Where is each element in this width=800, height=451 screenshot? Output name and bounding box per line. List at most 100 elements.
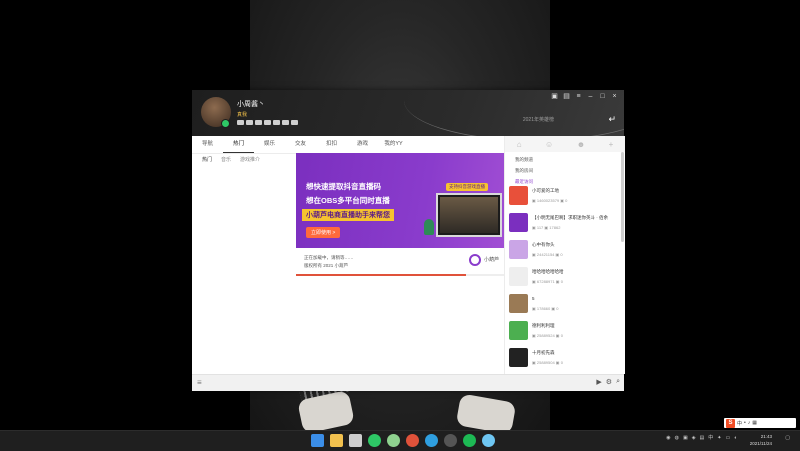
tab-koukou[interactable]: 扣扣 xyxy=(316,136,347,153)
promo-banner[interactable]: 想快速提取抖音直播码 想在OBS多平台同时直播 小葫芦电商直播助手来帮您 立即使… xyxy=(296,153,509,248)
video-icon[interactable]: ▶ xyxy=(596,378,601,386)
channel-count: 0 xyxy=(560,333,563,338)
banner-headline-1: 想快速提取抖音直播码 xyxy=(306,182,381,191)
close-icon[interactable]: × xyxy=(611,93,618,100)
add-icon[interactable]: + xyxy=(609,140,614,149)
tab-social[interactable]: 交友 xyxy=(285,136,316,153)
tray-app-icon[interactable]: ▣ xyxy=(683,435,688,441)
tray-app-icon[interactable]: ◍ xyxy=(675,435,679,441)
wechat-icon[interactable] xyxy=(368,434,381,447)
volume-icon[interactable]: ◐ xyxy=(734,435,737,441)
subtab-hot[interactable]: 热门 xyxy=(202,156,212,163)
search-icon[interactable]: ⌕ xyxy=(616,378,620,386)
yy-app-icon[interactable] xyxy=(482,434,495,447)
user-tag: 真我 xyxy=(237,112,248,118)
menu-icon[interactable]: ≡ xyxy=(575,93,582,100)
badge-icon[interactable] xyxy=(273,120,280,125)
username[interactable]: 小周酱丶 xyxy=(237,99,265,109)
tab-nav[interactable]: 导航 xyxy=(192,136,223,153)
maximize-icon[interactable]: □ xyxy=(599,93,606,100)
channel-stats: ▣ 178660 ▣ 0 xyxy=(532,306,559,311)
mic-icon[interactable]: ♪ xyxy=(748,420,751,426)
list-item[interactable]: 十月初先森 ▣ 25889504 ▣ 0 xyxy=(505,345,621,372)
tab-games[interactable]: 游戏 xyxy=(347,136,378,153)
minimize-icon[interactable]: – xyxy=(587,93,594,100)
list-item[interactable]: 德利利利理 ▣ 25889524 ▣ 0 xyxy=(505,318,621,345)
clock-time: 21:43 xyxy=(760,434,772,439)
tab-my-yy[interactable]: 我的YY xyxy=(378,136,409,153)
list-item[interactable]: 心中有你头 ▣ 24421154 ▣ 0 xyxy=(505,237,621,264)
settings-icon[interactable]: ⚙ xyxy=(606,378,612,386)
home-icon[interactable]: ⌂ xyxy=(517,140,522,149)
user-icon[interactable]: ☺ xyxy=(545,140,553,149)
menu-my-rooms[interactable]: 我的房间 xyxy=(515,165,625,176)
notification-icon[interactable]: ▢ xyxy=(785,435,790,441)
main-menu-icon[interactable]: ≡ xyxy=(197,378,202,387)
network-icon[interactable]: ▭ xyxy=(726,435,731,441)
tray-app-icon[interactable]: ✦ xyxy=(717,435,721,441)
banner-tag: 支持抖音游戏直播 xyxy=(446,183,488,191)
banner-cta-button[interactable]: 立即使用 > xyxy=(306,227,341,238)
right-panel-menu: 我的频道 我的房间 最近访问 xyxy=(505,152,625,187)
tray-app-icon[interactable]: ◈ xyxy=(692,435,696,441)
menu-my-channels[interactable]: 我的频道 xyxy=(515,154,625,165)
subtab-game-promo[interactable]: 游戏推介 xyxy=(240,156,260,163)
badge-icon[interactable] xyxy=(246,120,253,125)
channel-id: 117 xyxy=(536,225,544,230)
badge-icon[interactable] xyxy=(282,120,289,125)
ime-mode-label[interactable]: 中 xyxy=(737,420,742,427)
taskbar-clock[interactable]: 21:43 2021/11/24 xyxy=(750,433,772,447)
file-explorer-icon[interactable] xyxy=(330,434,343,447)
right-panel-scrollbar[interactable] xyxy=(621,152,624,242)
main-tabs: 导航 热门 娱乐 交友 扣扣 游戏 我的YY xyxy=(192,136,504,154)
channel-stats: ▣ 117 ▣ 17862 xyxy=(532,225,561,230)
enter-icon[interactable]: ↵ xyxy=(608,114,616,125)
badge-icon[interactable] xyxy=(291,120,298,125)
edge-icon[interactable] xyxy=(425,434,438,447)
banner-headline-2: 想在OBS多平台同时直播 xyxy=(306,196,390,205)
subtab-music[interactable]: 音乐 xyxy=(221,156,231,163)
online-status-icon[interactable] xyxy=(221,119,230,128)
list-item[interactable]: 【小明无尾巴啊】求职迷你英斗 · 佰余 ▣ 117 ▣ 17862 xyxy=(505,210,621,237)
copyright-text: 版权所有 2021 小葫芦 xyxy=(304,263,349,268)
channel-thumbnail xyxy=(509,348,528,367)
tray-app-icon[interactable]: ◉ xyxy=(666,435,670,441)
profile-header: 小周酱丶 真我 ▣ ▤ ≡ – □ × 2021年英雄榜 ↵ xyxy=(192,90,624,136)
xbox-icon[interactable] xyxy=(387,434,400,447)
clock-app-icon[interactable] xyxy=(444,434,457,447)
tray-app-icon[interactable]: ▤ xyxy=(700,435,705,441)
badge-icon[interactable] xyxy=(237,120,244,125)
channel-id: 1460023579 xyxy=(536,198,560,203)
channel-count: 0 xyxy=(560,279,563,284)
list-item[interactable]: 哈哈哈哈哈哈哈 ▣ 67288971 ▣ 0 xyxy=(505,264,621,291)
tab-hot[interactable]: 热门 xyxy=(223,136,254,153)
channel-name: 【小明无尾巴啊】求职迷你英斗 · 佰余 xyxy=(532,215,608,220)
tray-ime-label[interactable]: 中 xyxy=(708,434,713,441)
tab-entertainment[interactable]: 娱乐 xyxy=(254,136,285,153)
channel-thumbnail xyxy=(509,321,528,340)
sogou-ime-icon[interactable]: S xyxy=(726,418,735,428)
header-slogan: 2021年英雄榜 xyxy=(522,117,554,123)
punctuation-icon[interactable]: • xyxy=(744,420,746,426)
ime-toolbar[interactable]: S 中 • ♪ ▦ xyxy=(724,418,796,428)
loading-progress-fill xyxy=(296,274,467,276)
channel-thumbnail xyxy=(509,267,528,286)
taskbar-apps xyxy=(311,434,495,447)
friends-icon[interactable]: ☻ xyxy=(577,140,585,149)
channel-name: 5 xyxy=(532,296,535,301)
spotify-icon[interactable] xyxy=(463,434,476,447)
badge-icon[interactable] xyxy=(255,120,262,125)
start-icon[interactable] xyxy=(311,434,324,447)
channel-id: 178660 xyxy=(536,306,551,311)
badge-icon[interactable] xyxy=(264,120,271,125)
list-item[interactable]: 5 ▣ 178660 ▣ 0 xyxy=(505,291,621,318)
monitor-screen xyxy=(440,197,498,233)
skin-icon[interactable]: ▤ xyxy=(563,93,570,100)
channel-count: 0 xyxy=(560,360,563,365)
store-icon[interactable] xyxy=(349,434,362,447)
pin-icon[interactable]: ▣ xyxy=(551,93,558,100)
chrome-icon[interactable] xyxy=(406,434,419,447)
list-item[interactable]: 小可爱的工地 ▣ 1460023579 ▣ 0 xyxy=(505,183,621,210)
sub-tabs: 热门 音乐 游戏推介 xyxy=(202,156,260,163)
keyboard-icon[interactable]: ▦ xyxy=(752,420,757,426)
